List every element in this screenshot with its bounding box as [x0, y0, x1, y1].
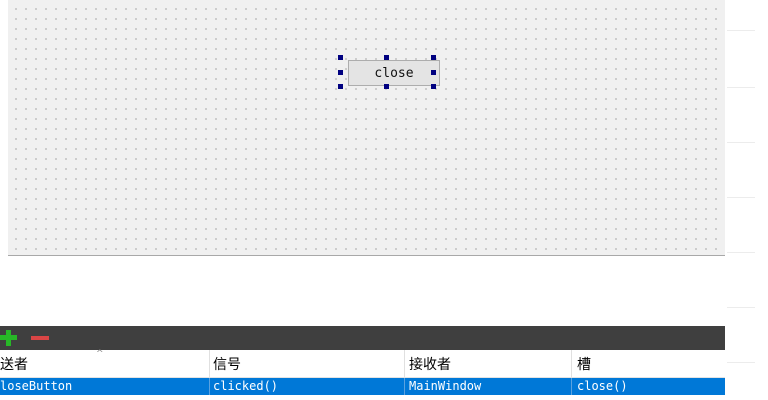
resize-handle-top[interactable] [384, 55, 389, 60]
slot-cell[interactable]: close() [577, 378, 725, 395]
signal-slot-toolbar [0, 326, 725, 350]
close-button[interactable]: close [348, 60, 440, 86]
resize-handle-top-left[interactable] [338, 55, 343, 60]
signal-cell[interactable]: clicked() [213, 378, 405, 395]
minus-icon[interactable] [31, 326, 51, 350]
sort-ascending-icon: ^ [96, 349, 104, 359]
column-header-receiver[interactable]: 接收者 [409, 350, 572, 377]
resize-handle-left[interactable] [338, 70, 343, 75]
resize-handle-right[interactable] [431, 70, 436, 75]
form-canvas[interactable]: close [8, 0, 725, 256]
divider [727, 307, 755, 308]
resize-handle-top-right[interactable] [431, 55, 436, 60]
divider [727, 87, 755, 88]
column-header-sender[interactable]: 送者 [0, 350, 210, 377]
divider [727, 362, 755, 363]
resize-handle-bottom-left[interactable] [338, 84, 343, 89]
column-header-slot[interactable]: 槽 [577, 350, 725, 377]
plus-icon[interactable] [0, 326, 20, 350]
resize-handle-bottom[interactable] [384, 84, 389, 89]
divider [727, 252, 755, 253]
divider [727, 30, 755, 31]
column-header-signal[interactable]: 信号 [213, 350, 405, 377]
resize-handle-bottom-right[interactable] [431, 84, 436, 89]
signal-slot-header: 送者 信号 接收者 槽 [0, 350, 725, 378]
divider [727, 142, 755, 143]
sender-cell[interactable]: loseButton [0, 378, 210, 395]
divider [727, 197, 755, 198]
receiver-cell[interactable]: MainWindow [409, 378, 572, 395]
table-row[interactable]: loseButton clicked() MainWindow close() [0, 378, 725, 395]
